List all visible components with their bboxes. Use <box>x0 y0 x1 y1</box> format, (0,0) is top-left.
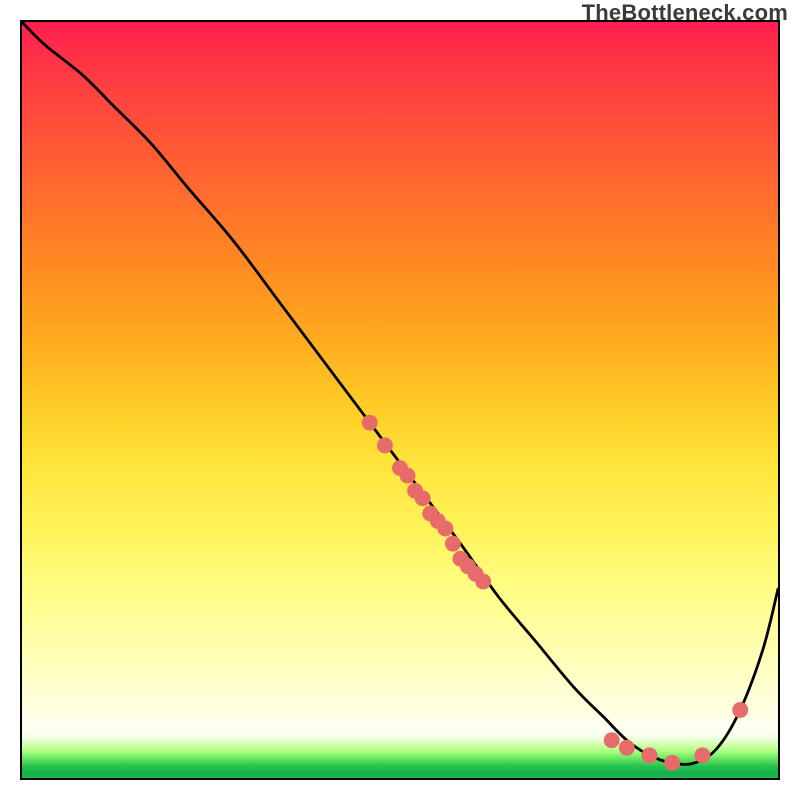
data-point <box>362 415 378 431</box>
data-point <box>604 732 620 748</box>
data-point <box>377 437 393 453</box>
data-point <box>642 747 658 763</box>
points-layer <box>362 415 748 771</box>
curve-layer <box>22 22 778 764</box>
data-point <box>475 573 491 589</box>
data-point <box>732 702 748 718</box>
data-point <box>400 468 416 484</box>
data-point <box>437 521 453 537</box>
chart-container: TheBottleneck.com <box>0 0 800 800</box>
data-point <box>619 740 635 756</box>
data-point <box>415 490 431 506</box>
data-point <box>664 755 680 771</box>
bottleneck-curve <box>22 22 778 764</box>
data-point <box>445 536 461 552</box>
plot-area <box>20 20 780 780</box>
chart-svg <box>22 22 778 778</box>
data-point <box>694 747 710 763</box>
